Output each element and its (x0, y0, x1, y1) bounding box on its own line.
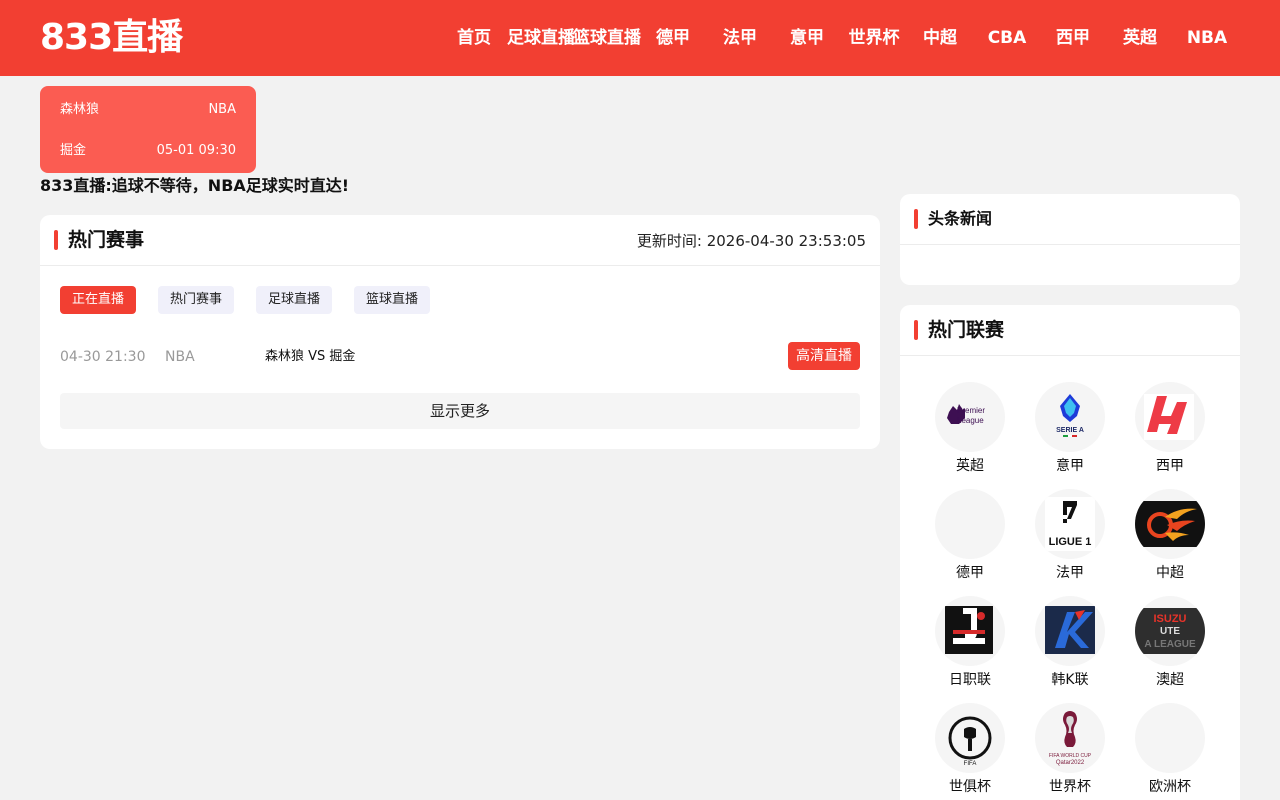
update-label: 更新时间: (636, 232, 702, 250)
nav-home[interactable]: 首页 (456, 26, 492, 50)
svg-text:Qatar2022: Qatar2022 (1056, 760, 1085, 766)
featured-match-card[interactable]: 森林狼 NBA 掘金 05-01 09:30 (40, 86, 256, 173)
title-accent-bar (914, 320, 918, 340)
bundesliga-icon (935, 489, 1005, 559)
tab-football-live[interactable]: 足球直播 (256, 286, 333, 314)
league-name: 欧洲杯 (1149, 779, 1191, 795)
league-laliga[interactable]: 西甲 (1130, 382, 1210, 482)
league-club-world-cup[interactable]: FIFA 世俱杯 (930, 703, 1010, 800)
home-team: 森林狼 (60, 102, 100, 117)
league-name: 法甲 (1056, 565, 1084, 581)
hot-events-title: 热门赛事 (68, 229, 145, 251)
csl-icon (1135, 489, 1205, 559)
league-serie-a[interactable]: SERIE A 意甲 (1030, 382, 1110, 482)
nav-bundesliga[interactable]: 德甲 (655, 26, 691, 50)
hot-events-header: 热门赛事 更新时间: 2026-04-30 23:53:05 (40, 215, 880, 266)
nav-serie-a[interactable]: 意甲 (789, 26, 825, 50)
svg-text:LIGUE 1: LIGUE 1 (1049, 536, 1092, 548)
away-team: 掘金 (60, 143, 87, 158)
nav-world-cup[interactable]: 世界杯 (848, 26, 900, 50)
league-name: 日职联 (949, 672, 991, 688)
laliga-icon (1135, 382, 1205, 452)
game-time: 04-30 21:30 (60, 349, 146, 365)
nav-ligue1[interactable]: 法甲 (722, 26, 758, 50)
news-panel: 头条新闻 (900, 194, 1240, 285)
svg-text:A LEAGUE: A LEAGUE (1144, 639, 1196, 650)
top-header: 833直播 首页 足球直播 篮球直播 德甲 法甲 意甲 世界杯 中超 CBA 西… (0, 0, 1280, 76)
league-ligue1[interactable]: LIGUE 1 法甲 (1030, 489, 1110, 589)
show-more-button[interactable]: 显示更多 (60, 393, 860, 429)
hd-live-button[interactable]: 高清直播 (788, 342, 860, 370)
game-teams[interactable]: 森林狼 VS 掘金 (265, 340, 355, 374)
league-j-league[interactable]: 日职联 (930, 596, 1010, 696)
nav-premier-league[interactable]: 英超 (1122, 26, 1158, 50)
league-name: 澳超 (1156, 672, 1184, 688)
nav-laliga[interactable]: 西甲 (1055, 26, 1091, 50)
game-row: 04-30 21:30 NBA 森林狼 VS 掘金 高清直播 (60, 340, 860, 374)
world-cup-icon: FIFA WORLD CUP Qatar2022 (1035, 703, 1105, 773)
league-k-league[interactable]: 韩K联 (1030, 596, 1110, 696)
league-world-cup[interactable]: FIFA WORLD CUP Qatar2022 世界杯 (1030, 703, 1110, 800)
league-premier-league[interactable]: Premier League 英超 (930, 382, 1010, 482)
nav-basketball-live[interactable]: 篮球直播 (573, 26, 641, 50)
game-league: NBA (165, 349, 195, 365)
nav-cba[interactable]: CBA (986, 26, 1028, 50)
tab-hot-events[interactable]: 热门赛事 (158, 286, 235, 314)
leagues-panel: 热门联赛 Premier League 英超 SERIE A 意甲 西甲 德甲 … (900, 305, 1240, 800)
news-title: 头条新闻 (928, 209, 993, 228)
league-name: 韩K联 (1051, 672, 1089, 688)
league-name: 英超 (956, 458, 984, 474)
match-time: 05-01 09:30 (156, 143, 236, 158)
svg-text:FIFA WORLD CUP: FIFA WORLD CUP (1049, 753, 1092, 759)
j-league-icon (935, 596, 1005, 666)
svg-text:SERIE A: SERIE A (1056, 427, 1084, 434)
match-league: NBA (208, 102, 236, 117)
site-slogan: 833直播:追球不等待，NBA足球实时直达! (40, 176, 350, 195)
svg-text:ISUZU: ISUZU (1154, 613, 1187, 625)
svg-text:UTE: UTE (1160, 626, 1180, 637)
league-name: 德甲 (956, 565, 984, 581)
leagues-title: 热门联赛 (928, 319, 1005, 341)
league-name: 意甲 (1056, 458, 1084, 474)
update-time: 更新时间: 2026-04-30 23:53:05 (637, 229, 866, 253)
league-name: 中超 (1156, 565, 1184, 581)
club-world-cup-icon: FIFA (935, 703, 1005, 773)
update-value: 2026-04-30 23:53:05 (706, 232, 866, 250)
league-name: 世俱杯 (949, 779, 991, 795)
a-league-icon: ISUZU UTE A LEAGUE (1135, 596, 1205, 666)
svg-text:League: League (957, 416, 984, 425)
tab-live-now[interactable]: 正在直播 (60, 286, 137, 314)
k-league-icon (1035, 596, 1105, 666)
premier-league-icon: Premier League (935, 382, 1005, 452)
title-accent-bar (914, 209, 918, 229)
news-header: 头条新闻 (900, 194, 1240, 245)
svg-text:FIFA: FIFA (964, 761, 977, 767)
league-euro[interactable]: 欧洲杯 (1130, 703, 1210, 800)
ligue1-icon: LIGUE 1 (1035, 489, 1105, 559)
league-bundesliga[interactable]: 德甲 (930, 489, 1010, 589)
nav-nba[interactable]: NBA (1184, 26, 1230, 50)
svg-text:Premier: Premier (957, 406, 985, 415)
league-csl[interactable]: 中超 (1130, 489, 1210, 589)
nav-csl[interactable]: 中超 (922, 26, 958, 50)
euro-icon (1135, 703, 1205, 773)
league-name: 世界杯 (1049, 779, 1091, 795)
leagues-header: 热门联赛 (900, 305, 1240, 356)
hot-events-panel: 热门赛事 更新时间: 2026-04-30 23:53:05 正在直播 热门赛事… (40, 215, 880, 449)
league-a-league[interactable]: ISUZU UTE A LEAGUE 澳超 (1130, 596, 1210, 696)
title-accent-bar (54, 230, 58, 250)
league-name: 西甲 (1156, 458, 1184, 474)
tab-basketball-live[interactable]: 篮球直播 (354, 286, 431, 314)
site-logo[interactable]: 833直播 (40, 14, 183, 62)
serie-a-icon: SERIE A (1035, 382, 1105, 452)
nav-football-live[interactable]: 足球直播 (507, 26, 575, 50)
